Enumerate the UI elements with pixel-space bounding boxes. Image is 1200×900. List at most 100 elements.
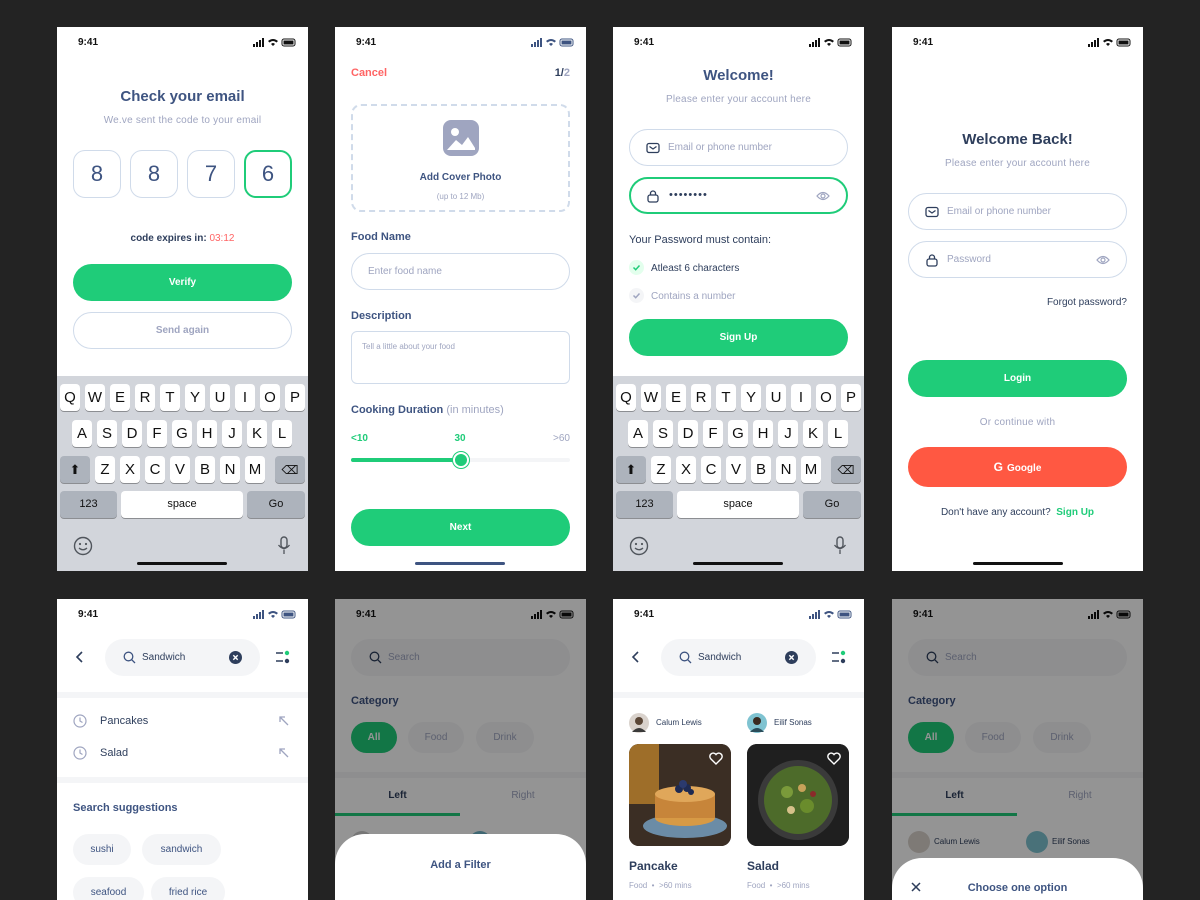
suggestion-chip[interactable]: sushi: [73, 834, 131, 865]
modal-overlay[interactable]: [892, 599, 1143, 900]
signup-button[interactable]: Sign Up: [629, 319, 848, 356]
key-d[interactable]: D: [678, 420, 698, 447]
key-a[interactable]: A: [72, 420, 92, 447]
space-key[interactable]: space: [677, 491, 799, 518]
key-z[interactable]: Z: [95, 456, 115, 483]
suggestion-chip[interactable]: fried rice: [151, 877, 225, 900]
key-c[interactable]: C: [145, 456, 165, 483]
cancel-link[interactable]: Cancel: [351, 67, 387, 79]
duration-slider-track[interactable]: [351, 452, 570, 468]
key-r[interactable]: R: [135, 384, 155, 411]
numbers-key[interactable]: 123: [616, 491, 673, 518]
microphone-icon[interactable]: [833, 536, 847, 556]
key-n[interactable]: N: [220, 456, 240, 483]
key-y[interactable]: Y: [185, 384, 205, 411]
key-s[interactable]: S: [97, 420, 117, 447]
eye-icon[interactable]: [816, 189, 830, 203]
password-field[interactable]: ••••••••: [629, 177, 848, 214]
key-o[interactable]: O: [260, 384, 280, 411]
key-o[interactable]: O: [816, 384, 836, 411]
go-key[interactable]: Go: [803, 491, 861, 518]
cover-photo-dropzone[interactable]: Add Cover Photo (up to 12 Mb): [351, 104, 570, 212]
search-input[interactable]: Sandwich: [105, 639, 260, 676]
key-v[interactable]: V: [726, 456, 746, 483]
key-j[interactable]: J: [222, 420, 242, 447]
key-q[interactable]: Q: [616, 384, 636, 411]
signup-link[interactable]: Sign Up: [1056, 507, 1094, 518]
key-t[interactable]: T: [716, 384, 736, 411]
email-field[interactable]: Email or phone number: [908, 193, 1127, 230]
key-e[interactable]: E: [666, 384, 686, 411]
arrow-up-left-icon[interactable]: [278, 747, 289, 758]
key-b[interactable]: B: [751, 456, 771, 483]
key-g[interactable]: G: [728, 420, 748, 447]
key-e[interactable]: E: [110, 384, 130, 411]
key-u[interactable]: U: [766, 384, 786, 411]
key-m[interactable]: M: [801, 456, 821, 483]
recipe-card[interactable]: Calum Lewis Pancake Food • >60 mins: [629, 713, 731, 893]
key-k[interactable]: K: [803, 420, 823, 447]
food-name-input[interactable]: Enter food name: [351, 253, 570, 290]
key-j[interactable]: J: [778, 420, 798, 447]
description-textarea[interactable]: Tell a little about your food: [351, 331, 570, 384]
key-y[interactable]: Y: [741, 384, 761, 411]
otp-digit-4[interactable]: 6: [244, 150, 292, 198]
back-icon[interactable]: [75, 651, 85, 663]
key-l[interactable]: L: [272, 420, 292, 447]
key-i[interactable]: I: [791, 384, 811, 411]
delete-key[interactable]: ⌫: [831, 456, 861, 483]
key-g[interactable]: G: [172, 420, 192, 447]
password-field[interactable]: Password: [908, 241, 1127, 278]
key-i[interactable]: I: [235, 384, 255, 411]
key-h[interactable]: H: [197, 420, 217, 447]
emoji-icon[interactable]: [73, 536, 93, 556]
eye-icon[interactable]: [1096, 253, 1110, 267]
search-input[interactable]: Sandwich: [661, 639, 816, 676]
key-a[interactable]: A: [628, 420, 648, 447]
suggestion-chip[interactable]: sandwich: [142, 834, 221, 865]
key-x[interactable]: X: [676, 456, 696, 483]
key-p[interactable]: P: [285, 384, 305, 411]
key-d[interactable]: D: [122, 420, 142, 447]
shift-key[interactable]: ⬆: [60, 456, 90, 483]
key-x[interactable]: X: [120, 456, 140, 483]
microphone-icon[interactable]: [277, 536, 291, 556]
next-button[interactable]: Next: [351, 509, 570, 546]
duration-slider-thumb[interactable]: [452, 452, 469, 468]
key-f[interactable]: F: [703, 420, 723, 447]
key-s[interactable]: S: [653, 420, 673, 447]
arrow-up-left-icon[interactable]: [278, 715, 289, 726]
login-button[interactable]: Login: [908, 360, 1127, 397]
filter-icon[interactable]: [831, 649, 847, 665]
key-k[interactable]: K: [247, 420, 267, 447]
key-t[interactable]: T: [160, 384, 180, 411]
numbers-key[interactable]: 123: [60, 491, 117, 518]
suggestion-chip[interactable]: seafood: [73, 877, 144, 900]
recipe-card[interactable]: Eilif Sonas Salad Food • >60 mins: [747, 713, 849, 893]
key-c[interactable]: C: [701, 456, 721, 483]
shift-key[interactable]: ⬆: [616, 456, 646, 483]
send-again-button[interactable]: Send again: [73, 312, 292, 349]
key-w[interactable]: W: [641, 384, 661, 411]
key-h[interactable]: H: [753, 420, 773, 447]
google-button[interactable]: G Google: [908, 447, 1127, 487]
emoji-icon[interactable]: [629, 536, 649, 556]
delete-key[interactable]: ⌫: [275, 456, 305, 483]
verify-button[interactable]: Verify: [73, 264, 292, 301]
heart-icon[interactable]: [827, 752, 841, 765]
key-m[interactable]: M: [245, 456, 265, 483]
back-icon[interactable]: [631, 651, 641, 663]
key-w[interactable]: W: [85, 384, 105, 411]
key-l[interactable]: L: [828, 420, 848, 447]
key-r[interactable]: R: [691, 384, 711, 411]
key-q[interactable]: Q: [60, 384, 80, 411]
go-key[interactable]: Go: [247, 491, 305, 518]
key-u[interactable]: U: [210, 384, 230, 411]
key-f[interactable]: F: [147, 420, 167, 447]
key-p[interactable]: P: [841, 384, 861, 411]
space-key[interactable]: space: [121, 491, 243, 518]
otp-digit-3[interactable]: 7: [187, 150, 235, 198]
filter-icon[interactable]: [275, 649, 291, 665]
forgot-password-link[interactable]: Forgot password?: [1047, 297, 1127, 308]
email-field[interactable]: Email or phone number: [629, 129, 848, 166]
